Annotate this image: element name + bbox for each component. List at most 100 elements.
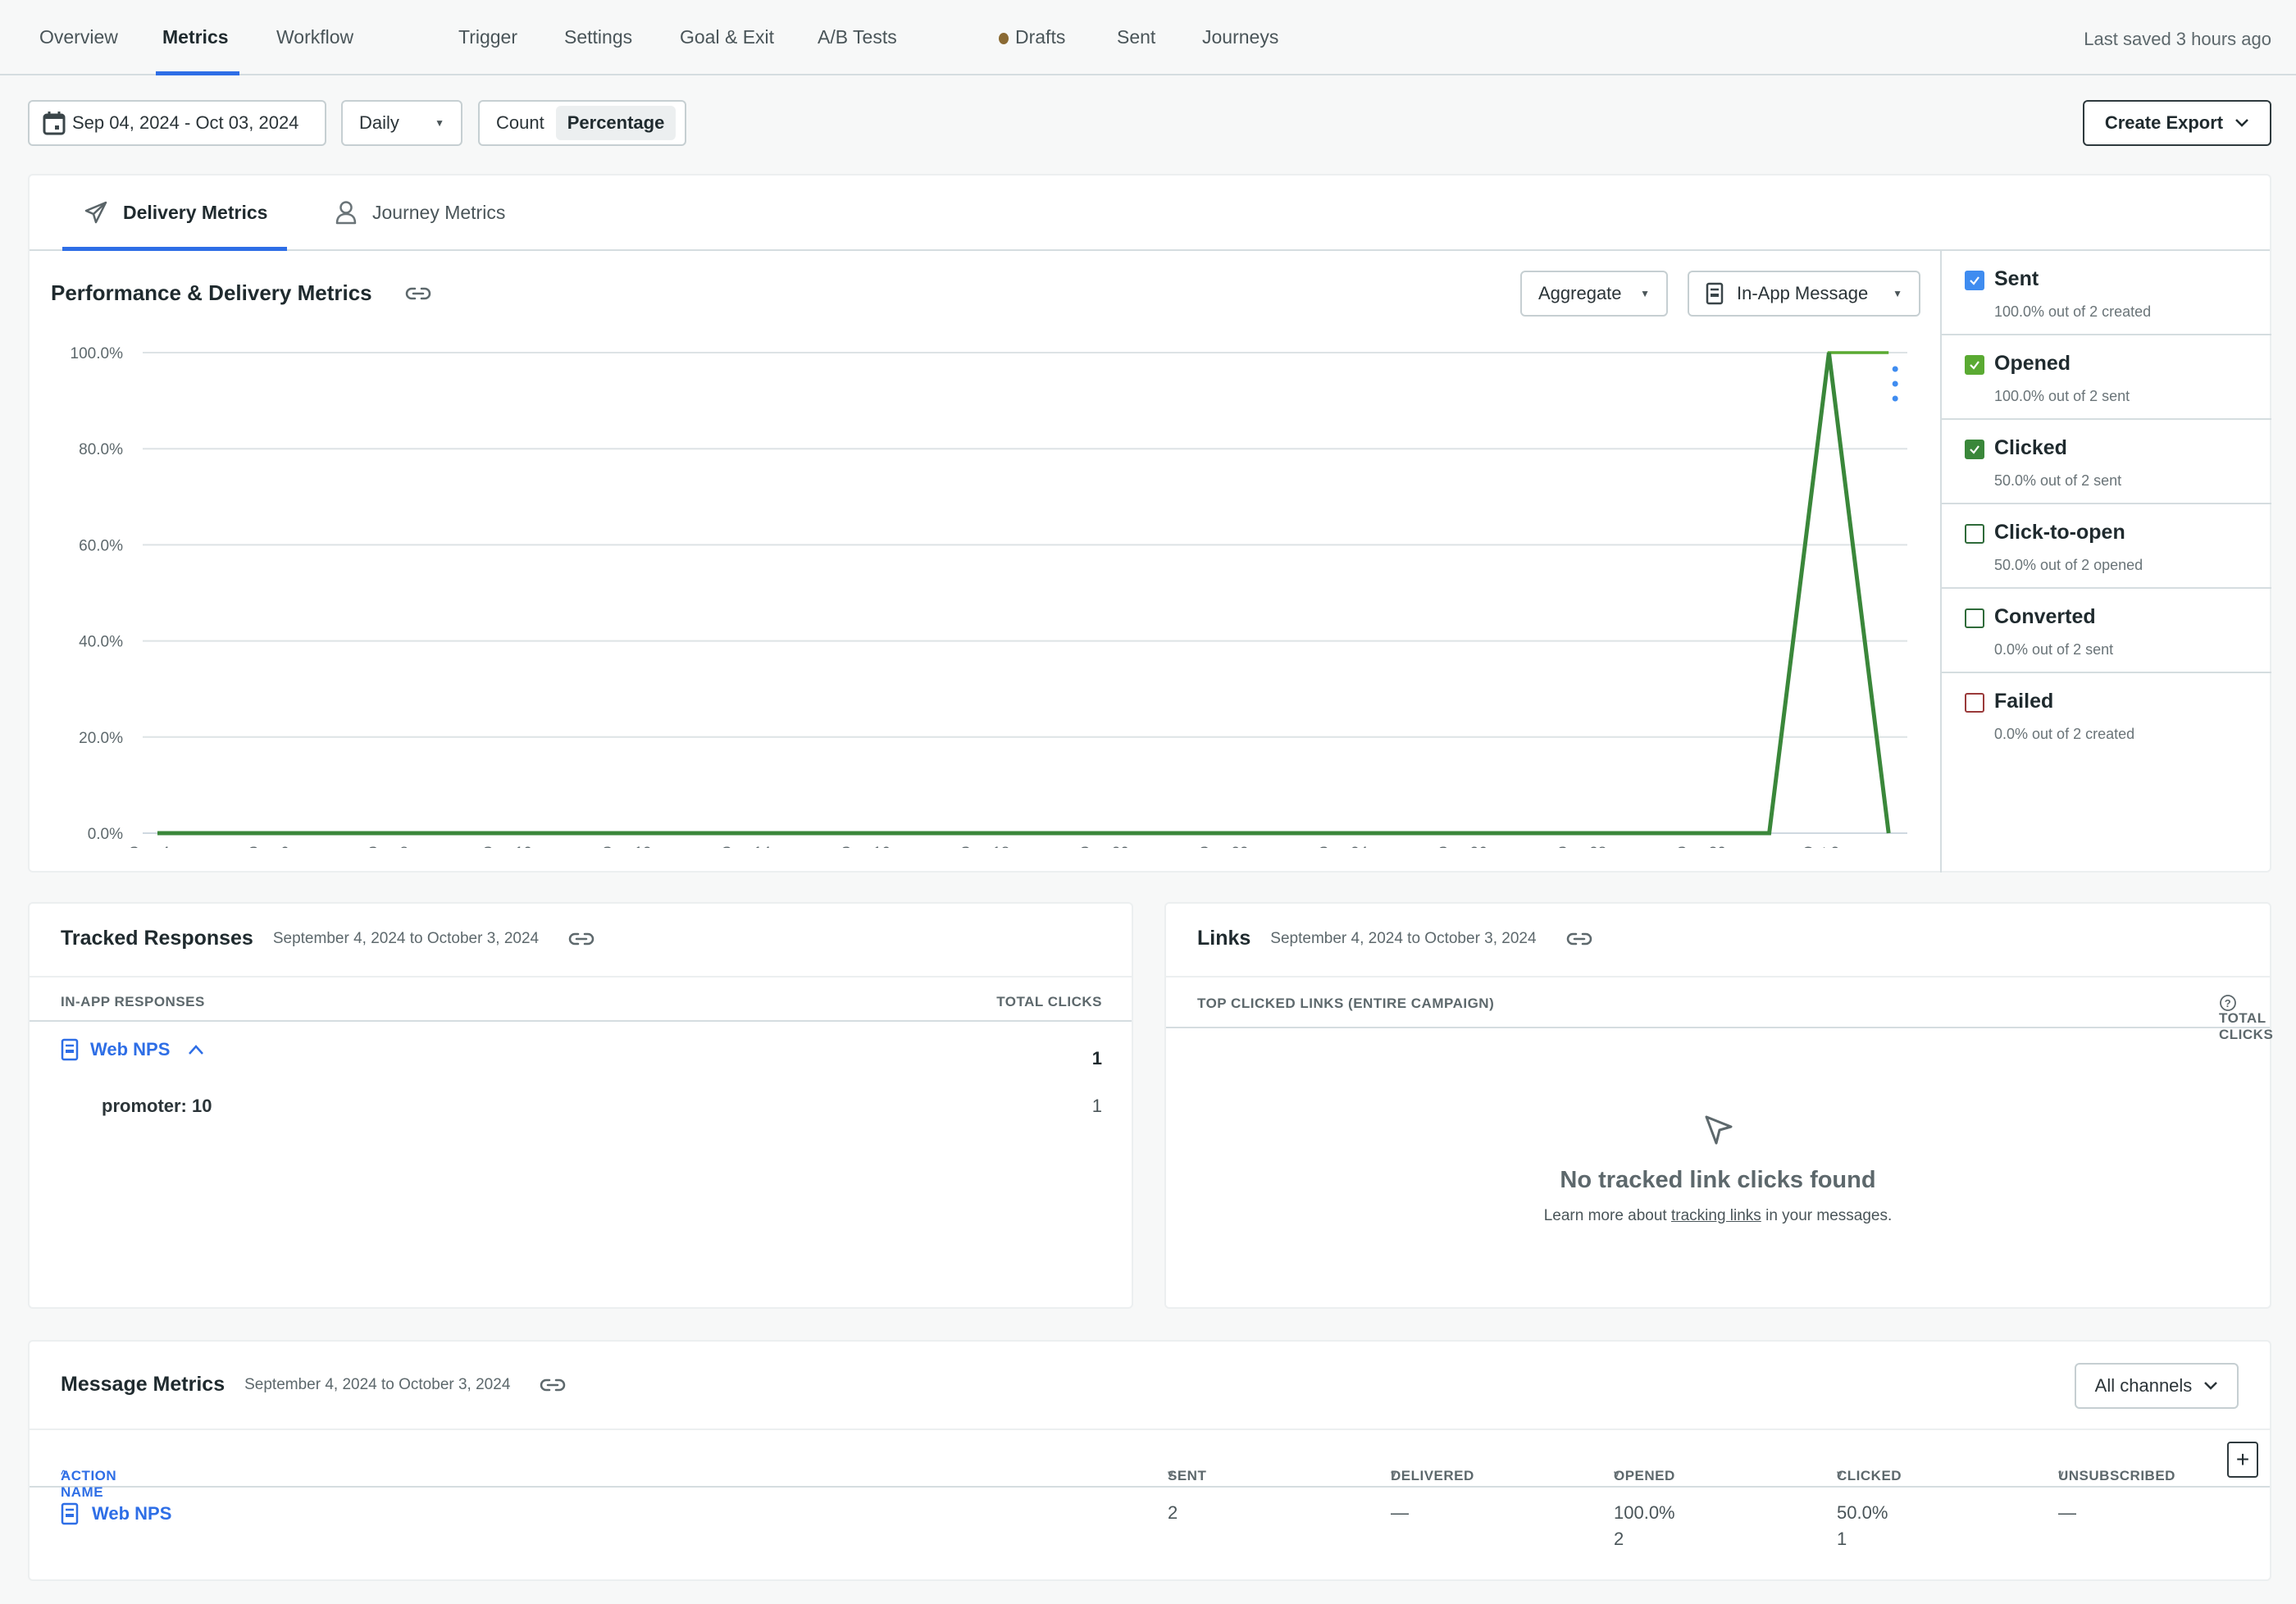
- nav-metrics[interactable]: Metrics: [162, 26, 229, 48]
- empty-text-pre: Learn more about: [1543, 1207, 1671, 1224]
- x-tick-label: Sep 26: [1437, 845, 1487, 848]
- response-row[interactable]: Web NPS: [61, 1038, 204, 1061]
- checkbox-checked-icon[interactable]: [1965, 440, 1984, 459]
- sort-asc-icon: ^: [61, 1468, 67, 1479]
- chart-header: Performance & Delivery Metrics: [51, 280, 431, 306]
- date-range-picker[interactable]: Sep 04, 2024 - Oct 03, 2024: [28, 100, 326, 146]
- legend-item-click-to-open[interactable]: Click-to-open 50.0% out of 2 opened: [1942, 504, 2271, 589]
- chevron-up-icon[interactable]: [188, 1044, 204, 1055]
- y-tick-label: 60.0%: [79, 537, 123, 554]
- nav-ab-tests[interactable]: A/B Tests: [818, 26, 897, 48]
- link-icon[interactable]: [1566, 931, 1592, 947]
- legend-item-converted[interactable]: Converted 0.0% out of 2 sent: [1942, 589, 2271, 673]
- col-top-clicked-links: TOP CLICKED LINKS (ENTIRE CAMPAIGN): [1197, 996, 1495, 1011]
- checkbox-unchecked-icon[interactable]: [1965, 608, 1984, 628]
- links-card: Links September 4, 2024 to October 3, 20…: [1164, 902, 2273, 1309]
- tracked-responses-title: Tracked Responses: [61, 927, 253, 950]
- nav-overview[interactable]: Overview: [39, 26, 118, 48]
- message-metrics-table-header: ACTION NAME ^ SENT v DELIVERED v OPENED v CL…: [30, 1429, 2270, 1500]
- col-total-clicks: TOTAL CLICKS: [2219, 1010, 2274, 1042]
- links-header: Links September 4, 2024 to October 3, 20…: [1197, 927, 1592, 950]
- checkbox-unchecked-icon[interactable]: [1965, 693, 1984, 713]
- help-icon[interactable]: ?: [2219, 994, 2237, 1012]
- x-tick-label: Sep 20: [1080, 845, 1129, 848]
- link-icon[interactable]: [405, 285, 431, 302]
- svg-text:?: ?: [2225, 997, 2231, 1009]
- y-tick-label: 20.0%: [79, 730, 123, 747]
- tracking-links-link[interactable]: tracking links: [1671, 1207, 1761, 1224]
- interval-select[interactable]: Daily ▼: [341, 100, 462, 146]
- nav-settings[interactable]: Settings: [564, 26, 632, 48]
- nav-trigger[interactable]: Trigger: [458, 26, 517, 48]
- legend-label: Clicked: [1994, 436, 2067, 459]
- mode-percentage-option[interactable]: Percentage: [555, 106, 676, 140]
- create-export-label: Create Export: [2104, 112, 2224, 133]
- sort-icon: v: [1391, 1468, 1397, 1479]
- checkbox-checked-icon[interactable]: [1965, 271, 1984, 290]
- x-tick-label: Sep 6: [248, 845, 289, 848]
- add-column-button[interactable]: +: [2227, 1442, 2258, 1478]
- y-tick-label: 40.0%: [79, 634, 123, 651]
- tab-journey-metrics[interactable]: Journey Metrics: [335, 200, 505, 225]
- unsubscribed-value: —: [2058, 1502, 2076, 1523]
- col-action-name-label: ACTION NAME: [61, 1468, 117, 1500]
- clicked-pct-value: 50.0%: [1837, 1502, 1888, 1523]
- legend-sublabel: 50.0% out of 2 sent: [1994, 472, 2122, 489]
- nav-journeys[interactable]: Journeys: [1202, 26, 1278, 48]
- tracked-responses-header: Tracked Responses September 4, 2024 to O…: [61, 927, 594, 950]
- checkbox-unchecked-icon[interactable]: [1965, 524, 1984, 544]
- action-name-link[interactable]: Web NPS: [92, 1503, 171, 1524]
- tab-delivery-metrics-label: Delivery Metrics: [123, 201, 268, 223]
- caret-down-icon: ▼: [435, 117, 444, 129]
- nav-drafts-label: Drafts: [1015, 26, 1066, 48]
- tracked-responses-table-header: IN-APP RESPONSES TOTAL CLICKS: [30, 976, 1132, 1022]
- link-icon[interactable]: [540, 1377, 566, 1393]
- col-total-clicks-wrap: TOTAL CLICKS ?: [2219, 994, 2273, 1042]
- nav-goal-exit[interactable]: Goal & Exit: [680, 26, 774, 48]
- series-sent-point: [1892, 380, 1898, 387]
- empty-state-title: No tracked link clicks found: [1560, 1167, 1876, 1193]
- metrics-subtabs: Delivery Metrics Journey Metrics: [30, 175, 2270, 251]
- empty-state-description: Learn more about tracking links in your …: [1166, 1207, 2270, 1225]
- series-clicked-line: [157, 352, 1891, 836]
- x-tick-label: Sep 14: [722, 845, 772, 848]
- mode-count-option[interactable]: Count: [485, 106, 556, 140]
- sort-icon: v: [1837, 1468, 1843, 1479]
- tracked-responses-date: September 4, 2024 to October 3, 2024: [272, 929, 540, 947]
- performance-line-chart: 0.0% 20.0% 40.0% 60.0% 80.0% 100.0% Sep 4 Sep 6…: [71, 345, 1907, 848]
- link-icon[interactable]: [568, 931, 594, 947]
- tab-delivery-metrics[interactable]: Delivery Metrics: [84, 200, 267, 225]
- links-date: September 4, 2024 to October 3, 2024: [1270, 929, 1537, 947]
- count-percentage-toggle: Count Percentage: [478, 100, 686, 146]
- nav-drafts[interactable]: Drafts: [999, 26, 1065, 48]
- chevron-down-icon: [2204, 1382, 2218, 1390]
- nav-sent[interactable]: Sent: [1117, 26, 1155, 48]
- checkbox-checked-icon[interactable]: [1965, 355, 1984, 375]
- legend-item-failed[interactable]: Failed 0.0% out of 2 created: [1942, 673, 2271, 758]
- series-opened-line: [157, 351, 1889, 835]
- sort-icon: v: [1614, 1468, 1620, 1479]
- response-name[interactable]: Web NPS: [90, 1039, 170, 1060]
- in-app-message-icon: [1706, 282, 1724, 305]
- col-in-app-responses: IN-APP RESPONSES: [61, 994, 205, 1009]
- legend-label: Converted: [1994, 605, 2096, 628]
- active-subtab-indicator: [62, 247, 287, 251]
- response-option-total: 1: [1091, 1096, 1102, 1116]
- status-dot-icon: [999, 32, 1009, 44]
- legend-label: Failed: [1994, 690, 2054, 713]
- nav-workflow[interactable]: Workflow: [276, 26, 353, 48]
- create-export-button[interactable]: Create Export: [2083, 100, 2271, 146]
- aggregate-select[interactable]: Aggregate ▼: [1520, 271, 1668, 317]
- legend-item-clicked[interactable]: Clicked 50.0% out of 2 sent: [1942, 420, 2271, 504]
- x-tick-label: Sep 22: [1199, 845, 1248, 848]
- col-delivered-label: DELIVERED: [1391, 1468, 1474, 1483]
- legend-label: Click-to-open: [1994, 521, 2125, 544]
- sort-icon: v: [1168, 1468, 1174, 1479]
- action-name-cell[interactable]: Web NPS: [61, 1502, 171, 1525]
- in-app-message-icon: [61, 1502, 79, 1525]
- legend-item-opened[interactable]: Opened 100.0% out of 2 sent: [1942, 335, 2271, 420]
- message-type-select[interactable]: In-App Message ▼: [1688, 271, 1920, 317]
- legend-item-sent[interactable]: Sent 100.0% out of 2 created: [1942, 251, 2271, 335]
- channels-select[interactable]: All channels: [2075, 1363, 2239, 1409]
- tab-journey-metrics-label: Journey Metrics: [372, 201, 506, 223]
